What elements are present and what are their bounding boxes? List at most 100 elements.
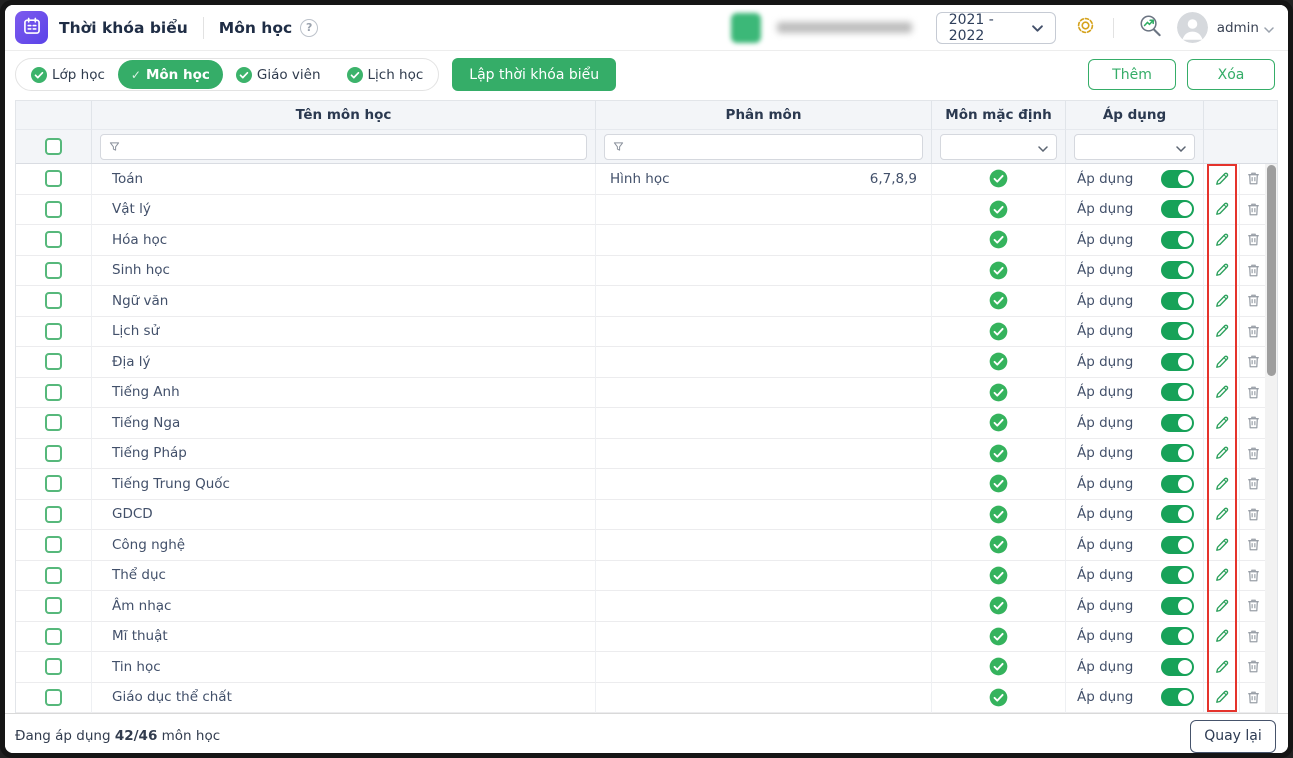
apply-label: Áp dụng (1077, 597, 1134, 614)
row-checkbox[interactable] (45, 688, 62, 706)
filter-default-cell (932, 130, 1066, 163)
username[interactable]: admin (1217, 20, 1259, 36)
edit-cell[interactable] (1204, 499, 1240, 530)
pencil-icon (1215, 599, 1228, 612)
apply-toggle[interactable] (1161, 291, 1194, 310)
apply-toggle[interactable] (1161, 535, 1194, 554)
toggle-knob (1178, 507, 1192, 522)
row-checkbox[interactable] (45, 322, 62, 340)
avatar[interactable] (1176, 12, 1208, 43)
row-checkbox[interactable] (45, 292, 62, 310)
apply-toggle[interactable] (1161, 657, 1194, 676)
tab-giao-vien[interactable]: Giáo viên (223, 60, 334, 89)
toggle-knob (1178, 446, 1192, 461)
edit-cell[interactable] (1204, 530, 1240, 561)
name-filter-input[interactable] (126, 139, 578, 154)
default-filter-select[interactable] (940, 133, 1057, 160)
toggle-knob (1178, 659, 1192, 674)
apply-toggle[interactable] (1161, 322, 1194, 341)
row-checkbox[interactable] (45, 383, 62, 401)
edit-cell[interactable] (1204, 652, 1240, 683)
row-checkbox[interactable] (45, 353, 62, 371)
row-checkbox[interactable] (45, 444, 62, 462)
edit-cell[interactable] (1204, 408, 1240, 439)
row-checkbox[interactable] (45, 475, 62, 493)
edit-cell[interactable] (1204, 225, 1240, 256)
edit-cell[interactable] (1204, 316, 1240, 347)
edit-cell[interactable] (1204, 255, 1240, 286)
submodule-filter[interactable] (604, 133, 923, 160)
apply-toggle[interactable] (1161, 505, 1194, 524)
row-checkbox-cell (16, 377, 92, 408)
default-cell (932, 469, 1066, 500)
row-checkbox[interactable] (45, 505, 62, 523)
apply-toggle[interactable] (1161, 596, 1194, 615)
submodule-cell (596, 316, 932, 347)
tab-lop-hoc[interactable]: Lớp học (18, 60, 118, 89)
edit-cell[interactable] (1204, 164, 1240, 195)
apply-toggle[interactable] (1161, 261, 1194, 280)
row-checkbox[interactable] (45, 231, 62, 249)
school-year-select[interactable]: 2021 - 2022 (935, 11, 1056, 44)
edit-cell[interactable] (1204, 347, 1240, 378)
submodule-cell (596, 255, 932, 286)
apply-toggle[interactable] (1161, 169, 1194, 188)
select-all-checkbox[interactable] (45, 138, 62, 155)
apply-toggle[interactable] (1161, 688, 1194, 707)
row-checkbox[interactable] (45, 261, 62, 279)
row-checkbox[interactable] (45, 414, 62, 432)
edit-cell[interactable] (1204, 621, 1240, 652)
edit-cell[interactable] (1204, 194, 1240, 225)
submodule-filter-input[interactable] (630, 139, 914, 154)
apply-toggle[interactable] (1161, 352, 1194, 371)
apply-cell: Áp dụng (1066, 286, 1204, 317)
edit-cell[interactable] (1204, 591, 1240, 622)
filter-apply-cell (1066, 130, 1204, 163)
back-button[interactable]: Quay lại (1190, 719, 1276, 753)
check-circle-icon (989, 566, 1008, 585)
help-icon[interactable]: ? (300, 18, 319, 37)
tab-label: Môn học (145, 66, 210, 83)
edit-cell[interactable] (1204, 560, 1240, 591)
scrollbar-track[interactable] (1265, 164, 1277, 712)
apply-toggle[interactable] (1161, 474, 1194, 493)
check-circle-icon (989, 169, 1008, 188)
tab-lich-hoc[interactable]: Lịch học (334, 60, 437, 89)
scrollbar-thumb[interactable] (1266, 165, 1276, 376)
edit-cell[interactable] (1204, 286, 1240, 317)
edit-cell[interactable] (1204, 438, 1240, 469)
apply-filter-select[interactable] (1074, 133, 1195, 160)
create-timetable-button[interactable]: Lập thời khóa biểu (452, 58, 617, 91)
row-checkbox[interactable] (45, 536, 62, 554)
table-row: Tiếng Nga Áp dụng (16, 408, 1277, 439)
apply-toggle[interactable] (1161, 200, 1194, 219)
row-checkbox[interactable] (45, 658, 62, 676)
chevron-down-icon[interactable] (1264, 18, 1274, 37)
row-checkbox-cell (16, 316, 92, 347)
table-row: Tiếng Pháp Áp dụng (16, 438, 1277, 469)
add-button[interactable]: Thêm (1088, 59, 1176, 90)
name-filter[interactable] (100, 133, 587, 160)
apply-label: Áp dụng (1077, 201, 1134, 218)
row-checkbox[interactable] (45, 170, 62, 188)
apply-toggle[interactable] (1161, 444, 1194, 463)
tab-mon-hoc[interactable]: ✓ Môn học (117, 60, 223, 89)
apply-toggle[interactable] (1161, 383, 1194, 402)
settings-button[interactable] (1074, 14, 1097, 41)
apply-toggle[interactable] (1161, 627, 1194, 646)
apply-cell: Áp dụng (1066, 591, 1204, 622)
row-checkbox[interactable] (45, 200, 62, 218)
edit-cell[interactable] (1204, 377, 1240, 408)
tab-label: Lịch học (367, 66, 424, 83)
search-trends-button[interactable] (1138, 13, 1163, 42)
row-checkbox[interactable] (45, 627, 62, 645)
apply-toggle[interactable] (1161, 413, 1194, 432)
edit-cell[interactable] (1204, 469, 1240, 500)
row-checkbox[interactable] (45, 566, 62, 584)
row-checkbox[interactable] (45, 597, 62, 615)
delete-button[interactable]: Xóa (1187, 59, 1275, 90)
edit-cell[interactable] (1204, 682, 1240, 713)
subject-name-cell: Lịch sử (92, 316, 596, 347)
apply-toggle[interactable] (1161, 230, 1194, 249)
apply-toggle[interactable] (1161, 566, 1194, 585)
